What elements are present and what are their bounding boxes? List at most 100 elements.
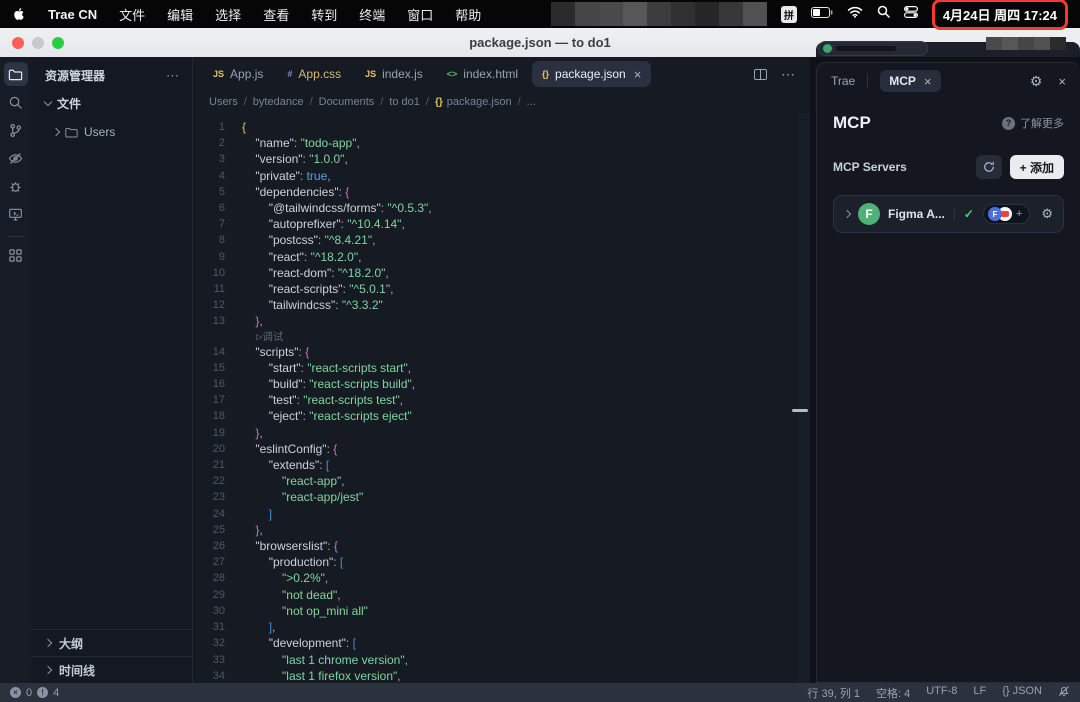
folder-icon [65, 127, 78, 138]
code-line: 28">0.2%", [193, 570, 810, 586]
add-server-button[interactable]: + 添加 [1010, 155, 1064, 179]
apple-menu-icon[interactable] [12, 6, 26, 22]
breadcrumb-item[interactable]: Users [209, 96, 238, 108]
zoom-window-button[interactable] [52, 37, 64, 49]
split-editor-icon[interactable] [754, 69, 767, 80]
menu-item[interactable]: 帮助 [455, 5, 481, 24]
problems-indicator[interactable]: × 0 ! 4 [10, 687, 59, 699]
explorer-icon[interactable] [4, 62, 28, 86]
breadcrumb-separator: / [310, 96, 313, 108]
menubar-clock[interactable]: 4月24日 周四 17:24 [932, 0, 1068, 30]
code-line: 27"production": [ [193, 554, 810, 570]
code-line: 33"last 1 chrome version", [193, 652, 810, 668]
notifications-muted-icon[interactable] [1058, 685, 1070, 700]
timeline-section[interactable]: 时间线 [31, 656, 192, 683]
extensions-grid-icon[interactable] [4, 243, 28, 267]
line-content: ], [242, 619, 275, 635]
overview-ruler[interactable] [798, 113, 810, 683]
refresh-button[interactable] [976, 155, 1002, 179]
terminal-monitor-icon[interactable] [4, 202, 28, 226]
menu-item[interactable]: 终端 [359, 5, 385, 24]
tab-index.html[interactable]: <>index.html [437, 61, 528, 87]
server-avatar: F [858, 203, 880, 225]
close-panel-icon[interactable]: × [1058, 74, 1066, 89]
tab-label: App.css [298, 67, 341, 81]
line-content: "start": "react-scripts start", [242, 360, 411, 376]
menu-item[interactable]: 转到 [311, 5, 337, 24]
error-icon: × [10, 687, 21, 698]
status-item[interactable]: UTF-8 [926, 685, 957, 701]
search-icon[interactable] [4, 90, 28, 114]
explorer-more-icon[interactable]: ⋯ [166, 68, 180, 84]
menu-item[interactable]: 查看 [263, 5, 289, 24]
line-content: "scripts": { [242, 344, 309, 360]
minimize-window-button[interactable] [32, 37, 44, 49]
gear-icon[interactable]: ⚙ [1030, 73, 1043, 90]
mcp-server-item[interactable]: F Figma A... ✓ F + ⚙ [833, 195, 1064, 233]
line-number: 2 [193, 135, 225, 151]
code-line: 2"name": "todo-app", [193, 135, 810, 151]
codelens-debug[interactable]: ▷调试 [193, 330, 810, 344]
line-content: "react-dom": "^18.2.0", [242, 265, 389, 281]
app-menu-title[interactable]: Trae CN [48, 7, 97, 22]
breadcrumb-item[interactable]: package.json [447, 96, 512, 108]
account-pill-redacted[interactable] [818, 41, 928, 56]
menu-item[interactable]: 选择 [215, 5, 241, 24]
tool-icons-pill[interactable]: F + [983, 204, 1030, 224]
status-item[interactable]: 空格: 4 [876, 685, 910, 701]
preview-eye-icon[interactable] [4, 146, 28, 170]
status-item[interactable]: {} JSON [1002, 685, 1042, 701]
status-item[interactable]: LF [973, 685, 986, 701]
code-editor[interactable]: 1{2"name": "todo-app",3"version": "1.0.0… [193, 113, 810, 683]
spotlight-search-icon[interactable] [877, 5, 890, 23]
status-item[interactable]: 行 39, 列 1 [807, 685, 860, 701]
code-line: 30"not op_mini all" [193, 603, 810, 619]
wifi-icon[interactable] [847, 5, 863, 23]
server-gear-icon[interactable]: ⚙ [1041, 206, 1053, 222]
close-icon[interactable]: × [634, 68, 642, 81]
debug-bug-icon[interactable] [4, 174, 28, 198]
menu-item[interactable]: 窗口 [407, 5, 433, 24]
mcp-title: MCP [833, 113, 871, 133]
breadcrumb-item[interactable]: Documents [319, 96, 375, 108]
files-section-header[interactable]: 文件 [31, 88, 192, 118]
tree-item-users[interactable]: Users [31, 118, 192, 145]
chevron-right-icon [52, 128, 60, 136]
code-line: 6"@tailwindcss/forms": "^0.5.3", [193, 200, 810, 216]
line-number: 29 [193, 587, 225, 603]
code-line: 24] [193, 506, 810, 522]
learn-more-link[interactable]: ? 了解更多 [1002, 115, 1064, 131]
tab-package.json[interactable]: {}package.json× [532, 61, 651, 87]
explorer-title: 资源管理器 [45, 67, 105, 84]
breadcrumb-item[interactable]: to do1 [389, 96, 420, 108]
line-content: "eslintConfig": { [242, 441, 337, 457]
workbench: 资源管理器 ⋯ 文件 Users 大纲 时间线 [0, 57, 1080, 683]
redacted-text [836, 46, 896, 51]
line-content: "build": "react-scripts build", [242, 376, 415, 392]
close-window-button[interactable] [12, 37, 24, 49]
close-icon[interactable]: × [924, 75, 932, 88]
breadcrumb-item[interactable]: bytedance [253, 96, 304, 108]
cursor-position-marker [792, 409, 808, 412]
tab-App.js[interactable]: JSApp.js [203, 61, 273, 87]
code-line: 13}, [193, 313, 810, 329]
editor-more-icon[interactable]: ⋯ [781, 66, 796, 83]
line-content: "eject": "react-scripts eject" [242, 408, 412, 424]
chevron-right-icon[interactable] [843, 210, 851, 218]
menu-item[interactable]: 文件 [119, 5, 145, 24]
line-number: 10 [193, 265, 225, 281]
control-center-icon[interactable] [904, 5, 918, 23]
line-content: "private": true, [242, 168, 331, 184]
tab-trae[interactable]: Trae [831, 74, 855, 88]
menu-item[interactable]: 编辑 [167, 5, 193, 24]
source-control-icon[interactable] [4, 118, 28, 142]
breadcrumb-item[interactable]: ... [527, 96, 536, 108]
tab-App.css[interactable]: #App.css [277, 61, 351, 87]
tree-item-label: Users [84, 125, 115, 139]
battery-icon[interactable] [811, 5, 833, 23]
outline-section[interactable]: 大纲 [31, 629, 192, 656]
tab-mcp[interactable]: MCP × [880, 70, 940, 92]
tab-index.js[interactable]: JSindex.js [355, 61, 433, 87]
input-method-icon[interactable]: 拼 [781, 6, 797, 23]
line-number: 27 [193, 554, 225, 570]
